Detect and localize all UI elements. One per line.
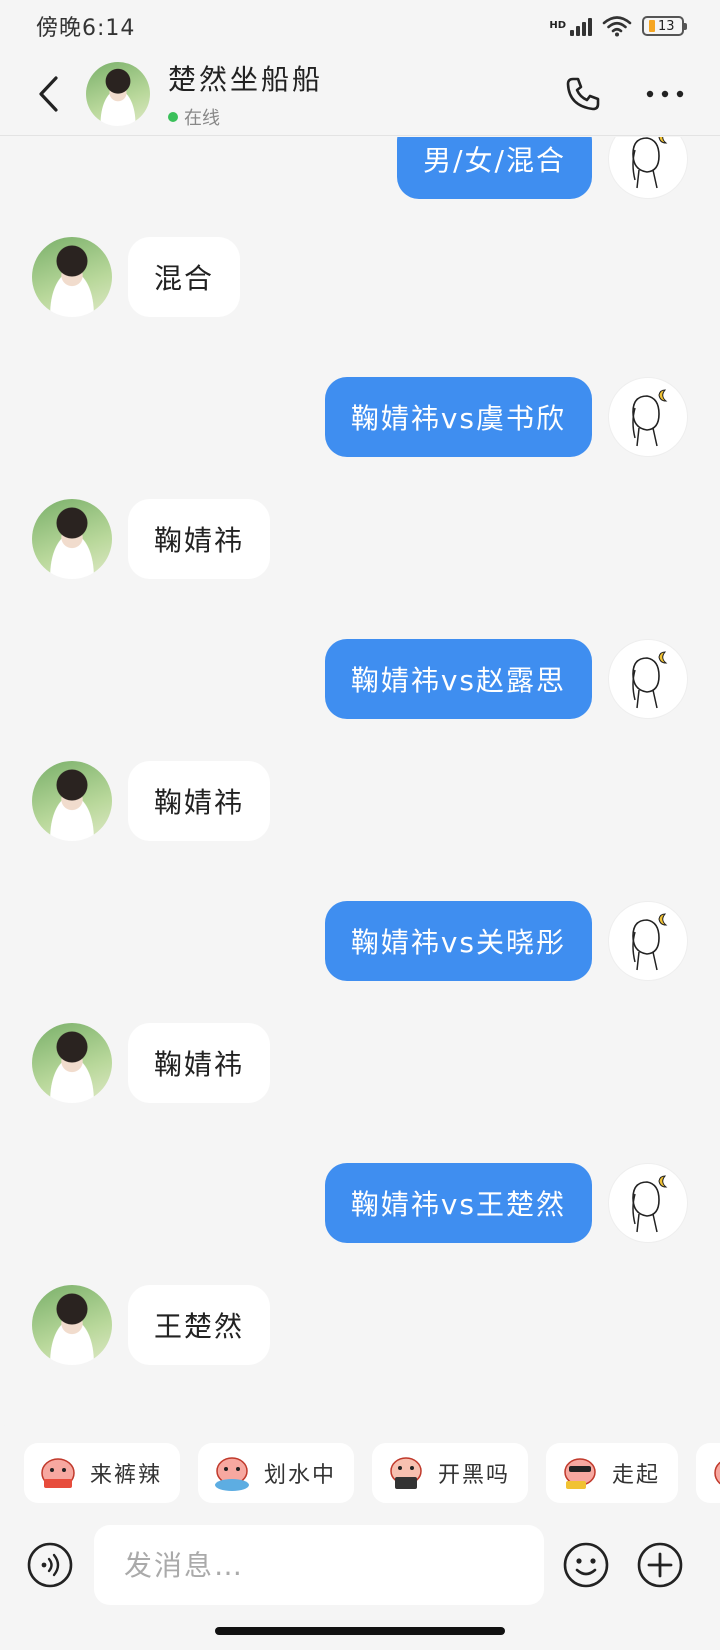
message-outgoing: 鞠婧祎vs虞书欣 <box>324 377 688 457</box>
sketch-avatar-icon <box>632 1175 668 1233</box>
message-bubble[interactable]: 鞠婧祎 <box>128 1023 271 1103</box>
contact-info[interactable]: 楚然坐船船 在线 <box>168 58 323 130</box>
my-avatar[interactable] <box>608 137 688 199</box>
quick-reply-label: 走起 <box>612 1463 661 1488</box>
chat-header: 楚然坐船船 在线 <box>0 52 720 136</box>
battery-level: 13 <box>658 18 675 34</box>
emoji-button[interactable] <box>562 1541 610 1589</box>
contact-avatar[interactable] <box>32 237 112 317</box>
sketch-avatar-icon <box>632 137 668 189</box>
contact-avatar[interactable] <box>32 499 112 579</box>
sticker-icon <box>215 1457 250 1491</box>
more-button[interactable] <box>646 89 684 99</box>
presence-status: 在线 <box>168 104 323 130</box>
message-incoming: 鞠婧祎 <box>32 1023 271 1103</box>
wifi-icon <box>602 16 632 37</box>
presence-label: 在线 <box>184 107 220 129</box>
quick-reply-chip[interactable]: 来裤辣 <box>24 1443 181 1503</box>
sticker-icon <box>390 1457 422 1489</box>
sticker-icon <box>41 1458 75 1488</box>
header-actions <box>564 75 684 113</box>
voice-button[interactable] <box>26 1541 74 1589</box>
back-button[interactable] <box>28 74 68 114</box>
plus-circle-icon <box>637 1542 683 1588</box>
quick-reply-label: 划水中 <box>264 1463 337 1488</box>
home-indicator[interactable] <box>215 1627 505 1635</box>
message-bubble[interactable]: 男/女/混合 <box>397 137 592 199</box>
online-dot-icon <box>168 111 178 122</box>
message-incoming: 混合 <box>32 237 241 317</box>
composer-panel: 来裤辣 划水中 开黑吗 走起 <box>0 1417 720 1650</box>
input-row <box>0 1525 720 1605</box>
sketch-avatar-icon <box>632 389 668 447</box>
contact-avatar[interactable] <box>32 1285 112 1365</box>
sketch-avatar-icon <box>632 651 668 709</box>
add-attachment-button[interactable] <box>636 1541 684 1589</box>
my-avatar[interactable] <box>608 377 688 457</box>
message-bubble[interactable]: 鞠婧祎 <box>128 499 271 579</box>
sketch-avatar-icon <box>632 913 668 971</box>
contact-name: 楚然坐船船 <box>168 62 324 96</box>
message-outgoing: 鞠婧祎vs王楚然 <box>324 1163 688 1243</box>
quick-reply-chip[interactable]: 划水中 <box>198 1443 355 1503</box>
contact-avatar[interactable] <box>86 61 150 126</box>
message-incoming: 王楚然 <box>32 1285 271 1365</box>
sticker-icon <box>714 1461 720 1485</box>
quick-reply-chip[interactable]: 走起 <box>546 1443 679 1503</box>
status-bar: 傍晚6:14 HD 13 <box>0 0 720 52</box>
message-incoming: 鞠婧祎 <box>32 499 271 579</box>
quick-reply-label: 开黑吗 <box>438 1463 511 1488</box>
network-badge: HD <box>549 20 566 31</box>
message-incoming: 鞠婧祎 <box>32 761 271 841</box>
signal-icon <box>570 16 592 36</box>
message-bubble[interactable]: 鞠婧祎vs虞书欣 <box>324 377 592 457</box>
message-list[interactable]: 男/女/混合 混合 鞠婧祎vs虞书欣 鞠婧祎 鞠婧祎vs赵露思 鞠婧祎 鞠婧祎v… <box>0 137 720 1417</box>
quick-reply-chip[interactable] <box>696 1443 720 1503</box>
message-outgoing: 鞠婧祎vs关晓彤 <box>324 901 688 981</box>
message-input[interactable] <box>94 1525 544 1605</box>
message-bubble[interactable]: 鞠婧祎 <box>128 761 271 841</box>
battery-icon: 13 <box>642 16 687 36</box>
my-avatar[interactable] <box>608 901 688 981</box>
phone-icon <box>566 77 600 110</box>
message-outgoing: 男/女/混合 <box>397 137 688 199</box>
contact-avatar[interactable] <box>32 1023 112 1103</box>
contact-avatar[interactable] <box>32 761 112 841</box>
status-indicators: HD 13 <box>549 15 687 37</box>
chevron-left-icon <box>39 75 58 112</box>
message-bubble[interactable]: 混合 <box>128 237 241 317</box>
more-horizontal-icon <box>646 90 684 97</box>
quick-reply-bar[interactable]: 来裤辣 划水中 开黑吗 走起 <box>24 1443 720 1503</box>
message-bubble[interactable]: 鞠婧祎vs王楚然 <box>324 1163 592 1243</box>
message-outgoing: 鞠婧祎vs赵露思 <box>324 639 688 719</box>
quick-reply-chip[interactable]: 开黑吗 <box>372 1443 529 1503</box>
my-avatar[interactable] <box>608 639 688 719</box>
status-time: 傍晚6:14 <box>36 16 136 41</box>
message-bubble[interactable]: 王楚然 <box>128 1285 271 1365</box>
my-avatar[interactable] <box>608 1163 688 1243</box>
message-bubble[interactable]: 鞠婧祎vs关晓彤 <box>324 901 592 981</box>
voice-icon <box>27 1542 73 1588</box>
message-bubble[interactable]: 鞠婧祎vs赵露思 <box>324 639 592 719</box>
quick-reply-label: 来裤辣 <box>90 1463 163 1488</box>
smiley-icon <box>563 1542 609 1588</box>
call-button[interactable] <box>564 75 602 113</box>
sticker-icon <box>564 1458 596 1489</box>
